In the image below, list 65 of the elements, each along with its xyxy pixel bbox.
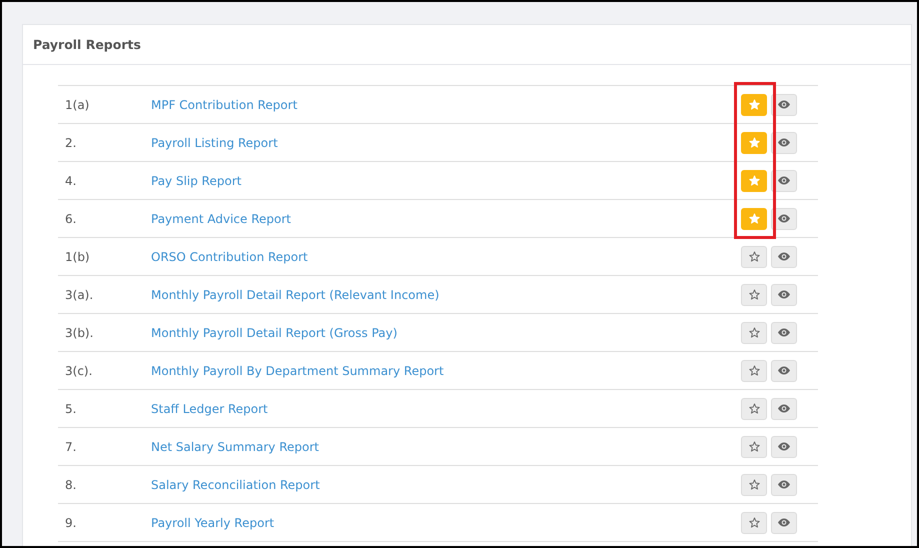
eye-icon <box>778 404 790 413</box>
report-link[interactable]: Monthly Payroll Detail Report (Relevant Income) <box>151 288 741 302</box>
report-link[interactable]: Monthly Payroll By Department Summary Report <box>151 364 741 378</box>
view-button[interactable] <box>771 322 797 344</box>
star-icon <box>748 289 760 300</box>
report-number: 3(a). <box>64 288 94 302</box>
report-link[interactable]: Net Salary Summary Report <box>151 440 741 454</box>
report-link[interactable]: Staff Ledger Report <box>151 402 741 416</box>
report-link[interactable]: ORSO Contribution Report <box>151 250 741 264</box>
star-icon <box>748 251 760 262</box>
favorite-button[interactable] <box>741 284 767 306</box>
report-number: 6. <box>64 212 78 226</box>
view-button[interactable] <box>771 474 797 496</box>
eye-icon <box>778 480 790 489</box>
report-number: 3(c). <box>64 364 94 378</box>
report-link[interactable]: Monthly Payroll Detail Report (Gross Pay) <box>151 326 741 340</box>
view-button[interactable] <box>771 284 797 306</box>
view-button[interactable] <box>771 512 797 534</box>
eye-icon <box>778 442 790 451</box>
report-number: 2. <box>64 136 78 150</box>
eye-icon <box>778 290 790 299</box>
favorite-button[interactable] <box>741 512 767 534</box>
eye-icon <box>778 100 790 109</box>
eye-icon <box>778 214 790 223</box>
star-icon <box>748 441 760 452</box>
favorite-button[interactable] <box>741 436 767 458</box>
favorite-button[interactable] <box>741 360 767 382</box>
report-link[interactable]: Salary Reconciliation Report <box>151 478 741 492</box>
view-button[interactable] <box>771 436 797 458</box>
eye-icon <box>778 176 790 185</box>
eye-icon <box>778 328 790 337</box>
report-number: 8. <box>64 478 78 492</box>
star-icon <box>748 137 760 148</box>
report-number: 9. <box>64 516 78 530</box>
panel-title: Payroll Reports <box>33 37 141 52</box>
star-icon <box>748 175 760 186</box>
star-icon <box>748 213 760 224</box>
eye-icon <box>778 138 790 147</box>
star-icon <box>748 479 760 490</box>
favorite-button[interactable] <box>741 474 767 496</box>
report-number: 7. <box>64 440 78 454</box>
eye-icon <box>778 518 790 527</box>
report-link[interactable]: Payroll Yearly Report <box>151 516 741 530</box>
view-button[interactable] <box>771 246 797 268</box>
report-number: 4. <box>64 174 78 188</box>
eye-icon <box>778 252 790 261</box>
favorite-button[interactable] <box>741 246 767 268</box>
view-button[interactable] <box>771 398 797 420</box>
report-link[interactable]: MPF Contribution Report <box>151 98 741 112</box>
star-icon <box>748 403 760 414</box>
report-link[interactable]: Pay Slip Report <box>151 174 741 188</box>
report-number: 1(b) <box>64 250 91 264</box>
star-icon <box>748 517 760 528</box>
star-icon <box>748 99 760 110</box>
report-link[interactable]: Payment Advice Report <box>151 212 741 226</box>
report-number: 3(b). <box>64 326 94 340</box>
star-icon <box>748 365 760 376</box>
eye-icon <box>778 366 790 375</box>
favorite-button[interactable] <box>741 398 767 420</box>
view-button[interactable] <box>771 360 797 382</box>
report-number: 5. <box>64 402 78 416</box>
favorite-button[interactable] <box>741 322 767 344</box>
report-link[interactable]: Payroll Listing Report <box>151 136 741 150</box>
star-icon <box>748 327 760 338</box>
report-number: 1(a) <box>64 98 90 112</box>
